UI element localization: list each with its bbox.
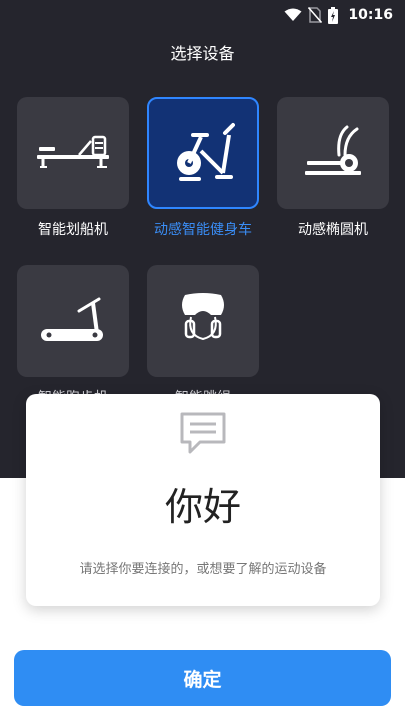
dialog-message: 请选择你要连接的，或想要了解的运动设备: [79, 562, 327, 577]
device-tile-selected[interactable]: [147, 97, 259, 209]
elliptical-machine-icon: [305, 125, 361, 175]
chat-message-icon: [178, 410, 228, 462]
device-label: 动感智能健身车: [154, 222, 252, 238]
device-rowing-machine[interactable]: 智能划船机: [17, 97, 129, 239]
confirm-button[interactable]: 确定: [14, 650, 391, 706]
device-exercise-bike[interactable]: 动感智能健身车: [147, 97, 259, 239]
dialog-greeting: 你好: [164, 485, 241, 529]
device-jump-rope[interactable]: 智能跳绳: [147, 265, 259, 407]
no-sim-icon: [308, 7, 323, 23]
wifi-icon: [284, 8, 302, 21]
jump-rope-icon: [182, 293, 224, 341]
status-time: 10:16: [348, 7, 393, 23]
page-title: 选择设备: [170, 44, 235, 63]
device-elliptical-machine[interactable]: 动感椭圆机: [277, 97, 389, 239]
exercise-bike-icon: [177, 123, 235, 181]
device-tile[interactable]: [277, 97, 389, 209]
rowing-machine-icon: [37, 135, 109, 168]
device-tile[interactable]: [17, 97, 129, 209]
battery-icon: [328, 6, 339, 24]
treadmill-icon: [41, 297, 103, 341]
status-icons: 10:16: [284, 5, 393, 25]
device-tile[interactable]: [147, 265, 259, 377]
device-label: 智能划船机: [38, 222, 108, 238]
welcome-dialog: 你好 请选择你要连接的，或想要了解的运动设备: [26, 394, 380, 606]
device-treadmill[interactable]: 智能跑步机: [17, 265, 129, 407]
device-tile[interactable]: [17, 265, 129, 377]
device-label: 动感椭圆机: [298, 222, 368, 238]
status-bar: 10:16: [0, 0, 405, 30]
